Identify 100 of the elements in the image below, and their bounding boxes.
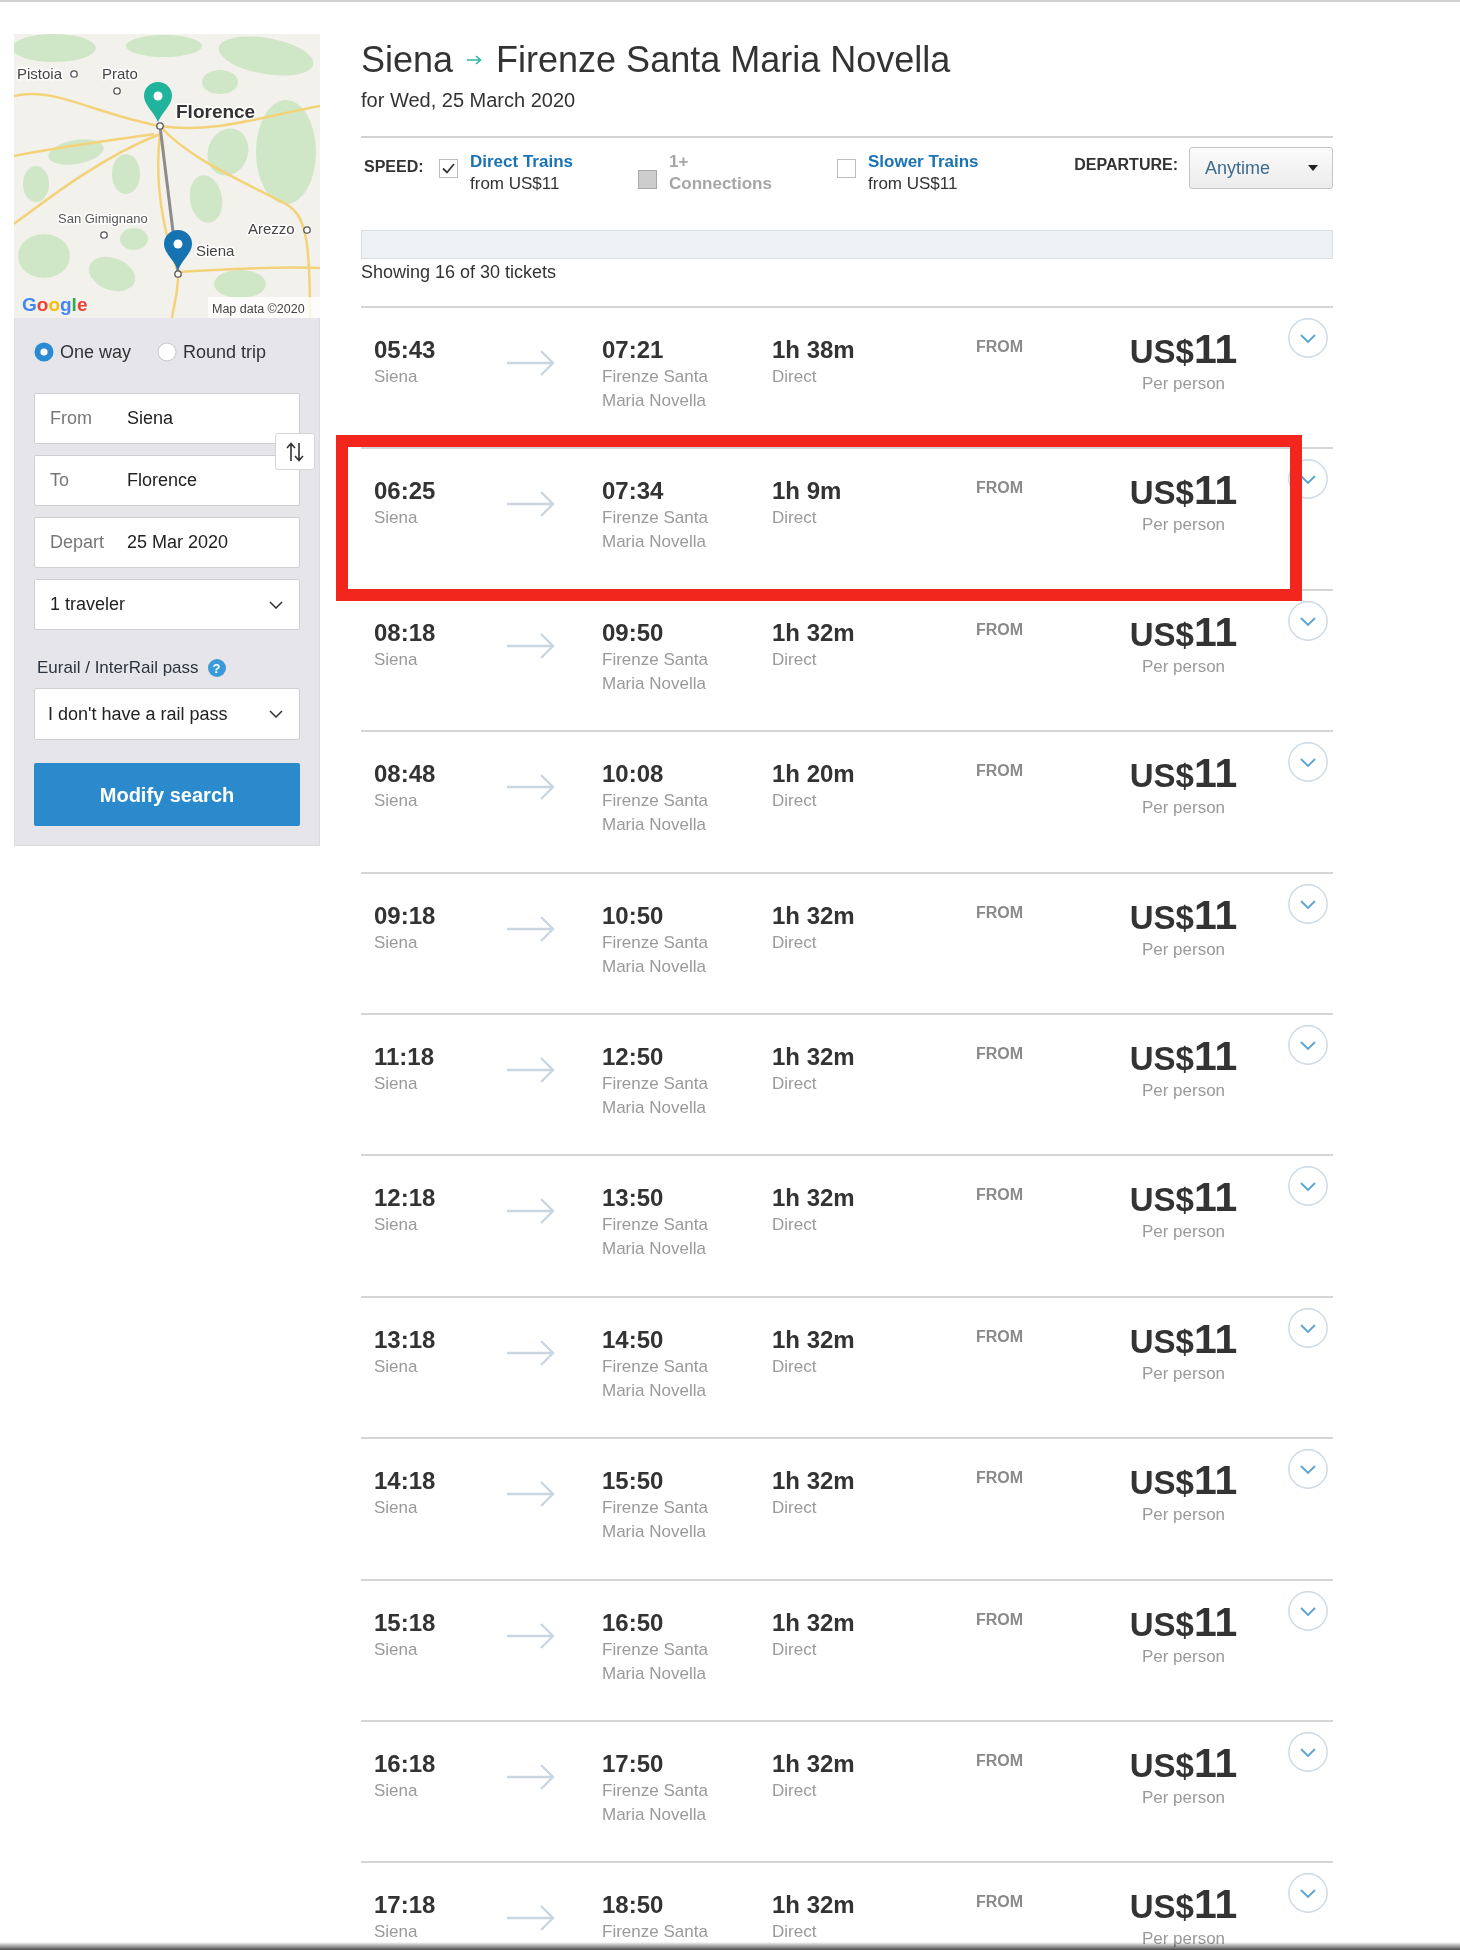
field-label: To: [50, 469, 70, 492]
filter-option-label[interactable]: Slower Trains: [868, 151, 983, 173]
station-name: Siena: [374, 1779, 419, 1802]
expand-chevron-icon[interactable]: [1288, 1590, 1328, 1631]
expand-chevron-icon[interactable]: [1288, 459, 1328, 500]
woodland-area: [88, 256, 136, 292]
duration: 1h 32m: [772, 1042, 856, 1071]
station-name: Firenze Santa Maria Novella: [602, 931, 709, 978]
arrow-icon: [507, 1054, 555, 1085]
chevron-down-icon: [269, 710, 283, 718]
price-unit: Per person: [1140, 939, 1227, 960]
duration: 1h 32m: [772, 1184, 856, 1213]
service-type: Direct: [772, 1779, 818, 1802]
radio-label[interactable]: One way: [60, 341, 132, 363]
modify-search-button[interactable]: Modify search: [34, 763, 300, 826]
from-label: FROM: [976, 1609, 1025, 1630]
price-unit: Per person: [1140, 374, 1227, 394]
map-label: San Gimignano: [58, 211, 148, 226]
service-type: Direct: [772, 1072, 818, 1095]
chevron-down-icon: [269, 600, 283, 609]
station-name: Firenze Santa Maria Novella: [602, 1779, 709, 1826]
station-name: Siena: [374, 1355, 419, 1378]
service-type: Direct: [772, 507, 818, 530]
departure-time: 11:18: [374, 1042, 436, 1071]
arrow-icon: [507, 1761, 555, 1792]
expand-chevron-icon[interactable]: [1288, 883, 1328, 924]
swap-button[interactable]: [275, 433, 315, 470]
city-dot-icon: [174, 270, 182, 278]
station-name: Firenze Santa: [602, 1921, 709, 1944]
departure-time: 15:18: [374, 1608, 437, 1637]
expand-chevron-icon[interactable]: [1288, 1307, 1328, 1348]
departure-time: 06:25: [374, 477, 437, 506]
form-field[interactable]: Depart 25 Mar 2020: [34, 517, 300, 568]
radio-label[interactable]: Round trip: [183, 341, 267, 363]
woodland-area: [189, 175, 223, 223]
price: US$11: [1128, 474, 1239, 516]
expand-chevron-icon[interactable]: [1288, 600, 1328, 641]
station-name: Firenze Santa Maria Novella: [602, 507, 709, 554]
radio-button[interactable]: [157, 342, 178, 362]
arrival-time: 10:50: [602, 901, 665, 930]
from-label: FROM: [976, 1185, 1025, 1206]
map-pin-icon: [164, 230, 192, 270]
expand-chevron-icon[interactable]: [1288, 318, 1328, 358]
filter-label: DEPARTURE:: [1074, 155, 1178, 175]
duration: 1h 32m: [772, 1749, 856, 1778]
checkbox[interactable]: [439, 159, 458, 178]
price: US$11: [1128, 1746, 1239, 1788]
rail-pass-select[interactable]: I don't have a rail pass: [34, 688, 300, 740]
price-unit: Per person: [1140, 515, 1227, 536]
filter-label: SPEED:: [363, 157, 425, 177]
arrow-icon: [507, 1620, 555, 1651]
expand-chevron-icon[interactable]: [1288, 1873, 1328, 1914]
station-name: Firenze Santa Maria Novella: [602, 366, 709, 412]
woodland-area: [207, 128, 249, 176]
price-unit: Per person: [1140, 1222, 1227, 1243]
arrival-time: 18:50: [602, 1891, 665, 1920]
price: US$11: [1128, 333, 1239, 374]
station-name: Firenze Santa Maria Novella: [602, 648, 709, 695]
departure-time: 14:18: [374, 1467, 437, 1496]
expand-chevron-icon[interactable]: [1288, 1166, 1328, 1207]
arrival-time: 14:50: [602, 1325, 665, 1354]
date-subtitle: for Wed, 25 March 2020: [361, 88, 577, 113]
departure-select[interactable]: Anytime: [1189, 147, 1333, 189]
origin-title: Siena: [361, 38, 454, 82]
field-value: 25 Mar 2020: [127, 531, 229, 554]
departure-time: 16:18: [374, 1749, 437, 1778]
expand-chevron-icon[interactable]: [1288, 1731, 1328, 1772]
price: US$11: [1128, 898, 1239, 940]
price-unit: Per person: [1140, 1505, 1227, 1526]
from-label: FROM: [976, 761, 1025, 782]
field-label: Eurail / InterRail pass: [37, 657, 199, 680]
destination-title: Firenze Santa Maria Novella: [496, 38, 951, 82]
expand-chevron-icon[interactable]: [1288, 1449, 1328, 1490]
service-type: Direct: [772, 931, 818, 954]
arrow-icon: [507, 630, 555, 661]
duration: 1h 32m: [772, 618, 856, 647]
service-type: Direct: [772, 366, 818, 388]
arrival-time: 17:50: [602, 1749, 665, 1778]
map-label: Arezzo: [248, 220, 295, 237]
arrival-time: 07:34: [602, 477, 665, 506]
expand-chevron-icon[interactable]: [1288, 742, 1328, 783]
map-label: Florence: [176, 101, 256, 122]
departure-time: 05:43: [374, 336, 437, 364]
departure-time: 13:18: [374, 1325, 437, 1354]
form-field[interactable]: To Florence: [34, 455, 300, 506]
service-type: Direct: [772, 648, 818, 671]
field-label: From: [50, 407, 93, 430]
radio-button[interactable]: [34, 342, 54, 362]
map-pin-icon: [144, 82, 172, 122]
expand-chevron-icon[interactable]: [1288, 1024, 1328, 1065]
form-field[interactable]: From Siena: [34, 393, 300, 444]
filter-price: from US$11: [868, 173, 959, 195]
from-label: FROM: [976, 337, 1025, 357]
arrival-time: 07:21: [602, 336, 665, 364]
service-type: Direct: [772, 1638, 818, 1661]
checkbox[interactable]: [837, 159, 856, 178]
price-unit: Per person: [1140, 1363, 1227, 1384]
filter-option-label[interactable]: Direct Trains: [470, 151, 585, 173]
arrival-time: 16:50: [602, 1608, 665, 1637]
travelers-select[interactable]: 1 traveler: [34, 579, 300, 630]
